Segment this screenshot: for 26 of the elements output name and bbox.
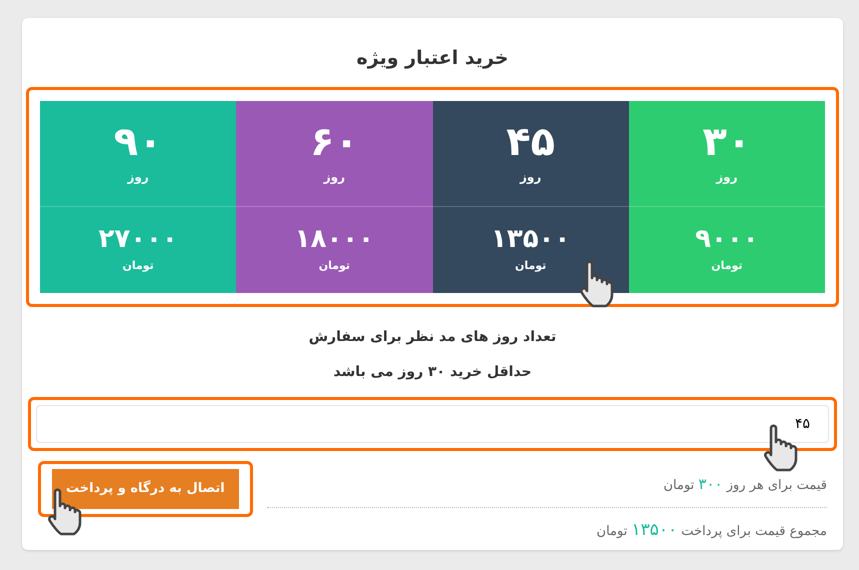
currency-label: تومان xyxy=(318,258,350,274)
plan-price: ۹۰۰۰ xyxy=(695,224,759,254)
price-summary: قیمت برای هر روز ۳۰۰ تومان xyxy=(663,478,827,492)
pay-button[interactable]: اتصال به درگاه و پرداخت xyxy=(52,468,239,508)
price-summary: مجموع قیمت برای پرداخت ۱۳۵۰۰ تومان xyxy=(596,524,827,538)
currency-label: تومان xyxy=(514,258,546,274)
days-count: ۳۰ xyxy=(702,120,752,164)
plan-price: ۱۸۰۰۰ xyxy=(294,224,374,254)
page-title: خرید اعتبار ویژه xyxy=(356,46,508,71)
plan-card[interactable]: ۴۵ روز ۱۳۵۰۰ تومان xyxy=(432,100,629,292)
plan-card[interactable]: ۹۰ روز ۲۷۰۰۰ تومان xyxy=(40,100,236,292)
plan-price: ۲۷۰۰۰ xyxy=(98,224,178,254)
currency-label: تومان xyxy=(122,258,154,274)
days-count: ۹۰ xyxy=(114,120,163,164)
plan-price: ۱۳۵۰۰ xyxy=(490,224,570,254)
days-count: ۴۵ xyxy=(506,120,556,164)
plan-card[interactable]: ۶۰ روز ۱۸۰۰۰ تومان xyxy=(236,100,432,292)
days-unit: روز xyxy=(127,169,149,186)
days-unit: روز xyxy=(520,169,542,186)
instruction-text: حداقل خرید ۳۰ روز می باشد xyxy=(333,362,532,382)
days-count: ۶۰ xyxy=(310,120,359,164)
days-unit: روز xyxy=(716,169,738,186)
currency-label: تومان xyxy=(711,258,743,274)
days-input[interactable]: ۴۵ xyxy=(36,404,829,442)
instruction-text: تعداد روز های مد نظر برای سفارش xyxy=(308,328,556,346)
days-unit: روز xyxy=(324,169,346,186)
